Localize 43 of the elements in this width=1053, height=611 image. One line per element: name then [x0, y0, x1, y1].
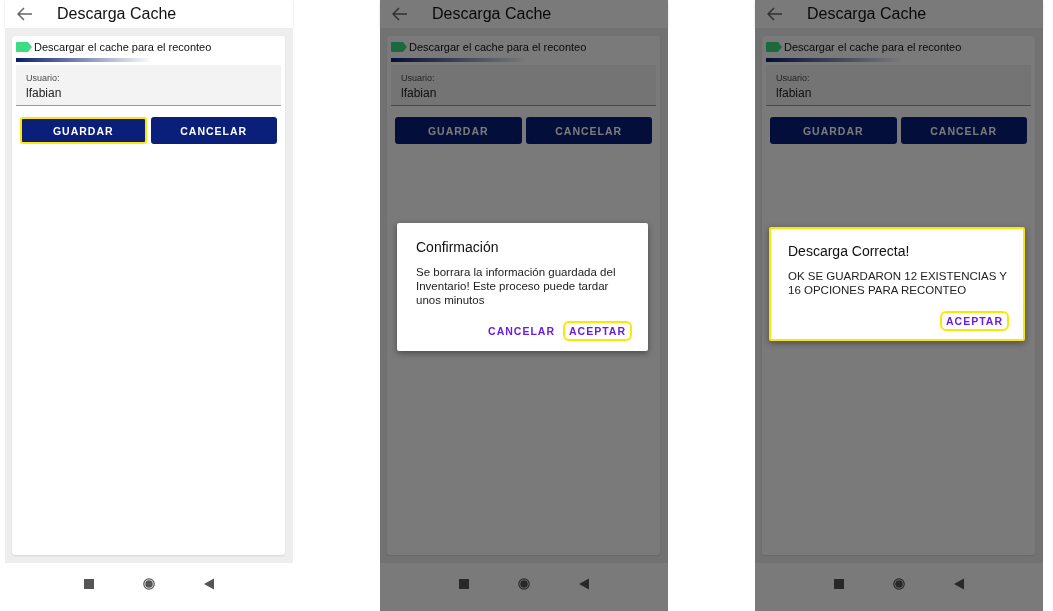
- tag-icon: [766, 42, 782, 52]
- square-icon[interactable]: [833, 578, 845, 590]
- square-icon[interactable]: [83, 578, 95, 590]
- field-label: Usuario:: [401, 73, 436, 83]
- square-icon[interactable]: [458, 578, 470, 590]
- save-button[interactable]: GUARDAR: [770, 117, 897, 144]
- field-label: Usuario:: [776, 73, 811, 83]
- dialog-action[interactable]: ACEPTAR: [563, 321, 632, 341]
- cancel-button[interactable]: CANCELAR: [150, 117, 277, 144]
- cancel-button[interactable]: CANCELAR: [525, 117, 652, 144]
- triangle-icon[interactable]: [203, 578, 215, 590]
- field-value: lfabian: [776, 86, 813, 100]
- card-label: Descargar el cache para el reconteo: [784, 41, 962, 53]
- user-field[interactable]: Usuario: lfabian: [391, 65, 656, 106]
- field-label: Usuario:: [26, 73, 61, 83]
- user-field[interactable]: Usuario: lfabian: [766, 65, 1031, 106]
- dialog-message: Se borrara la información guardada del Inventario! Este proceso puede tardar unos minutos: [416, 265, 617, 307]
- cancel-button[interactable]: CANCELAR: [900, 117, 1027, 144]
- screen-title: Descarga Cache: [432, 5, 552, 23]
- back-arrow-icon[interactable]: [17, 7, 33, 21]
- tag-icon: [16, 42, 32, 52]
- back-arrow-icon[interactable]: [767, 7, 783, 21]
- dialog-action[interactable]: ACEPTAR: [940, 311, 1009, 331]
- dialog-title: Descarga Correcta!: [788, 243, 911, 259]
- dialog-message: OK SE GUARDARON 12 EXISTENCIAS Y 16 OPCIONES PARA RECONTEO: [788, 269, 1008, 297]
- dialog-action[interactable]: CANCELAR: [482, 321, 561, 341]
- user-field[interactable]: Usuario: lfabian: [16, 65, 281, 106]
- dialog-title: Confirmación: [416, 239, 500, 255]
- card-label: Descargar el cache para el reconteo: [34, 41, 212, 53]
- triangle-icon[interactable]: [578, 578, 590, 590]
- screen-title: Descarga Cache: [807, 5, 927, 23]
- tag-icon: [391, 42, 407, 52]
- card-label: Descargar el cache para el reconteo: [409, 41, 587, 53]
- save-button[interactable]: GUARDAR: [395, 117, 522, 144]
- field-value: lfabian: [26, 86, 63, 100]
- circle-icon[interactable]: [518, 578, 530, 590]
- circle-icon[interactable]: [893, 578, 905, 590]
- screen-title: Descarga Cache: [57, 5, 177, 23]
- triangle-icon[interactable]: [953, 578, 965, 590]
- field-value: lfabian: [401, 86, 438, 100]
- save-button[interactable]: GUARDAR: [20, 117, 147, 144]
- back-arrow-icon[interactable]: [392, 7, 408, 21]
- circle-icon[interactable]: [143, 578, 155, 590]
